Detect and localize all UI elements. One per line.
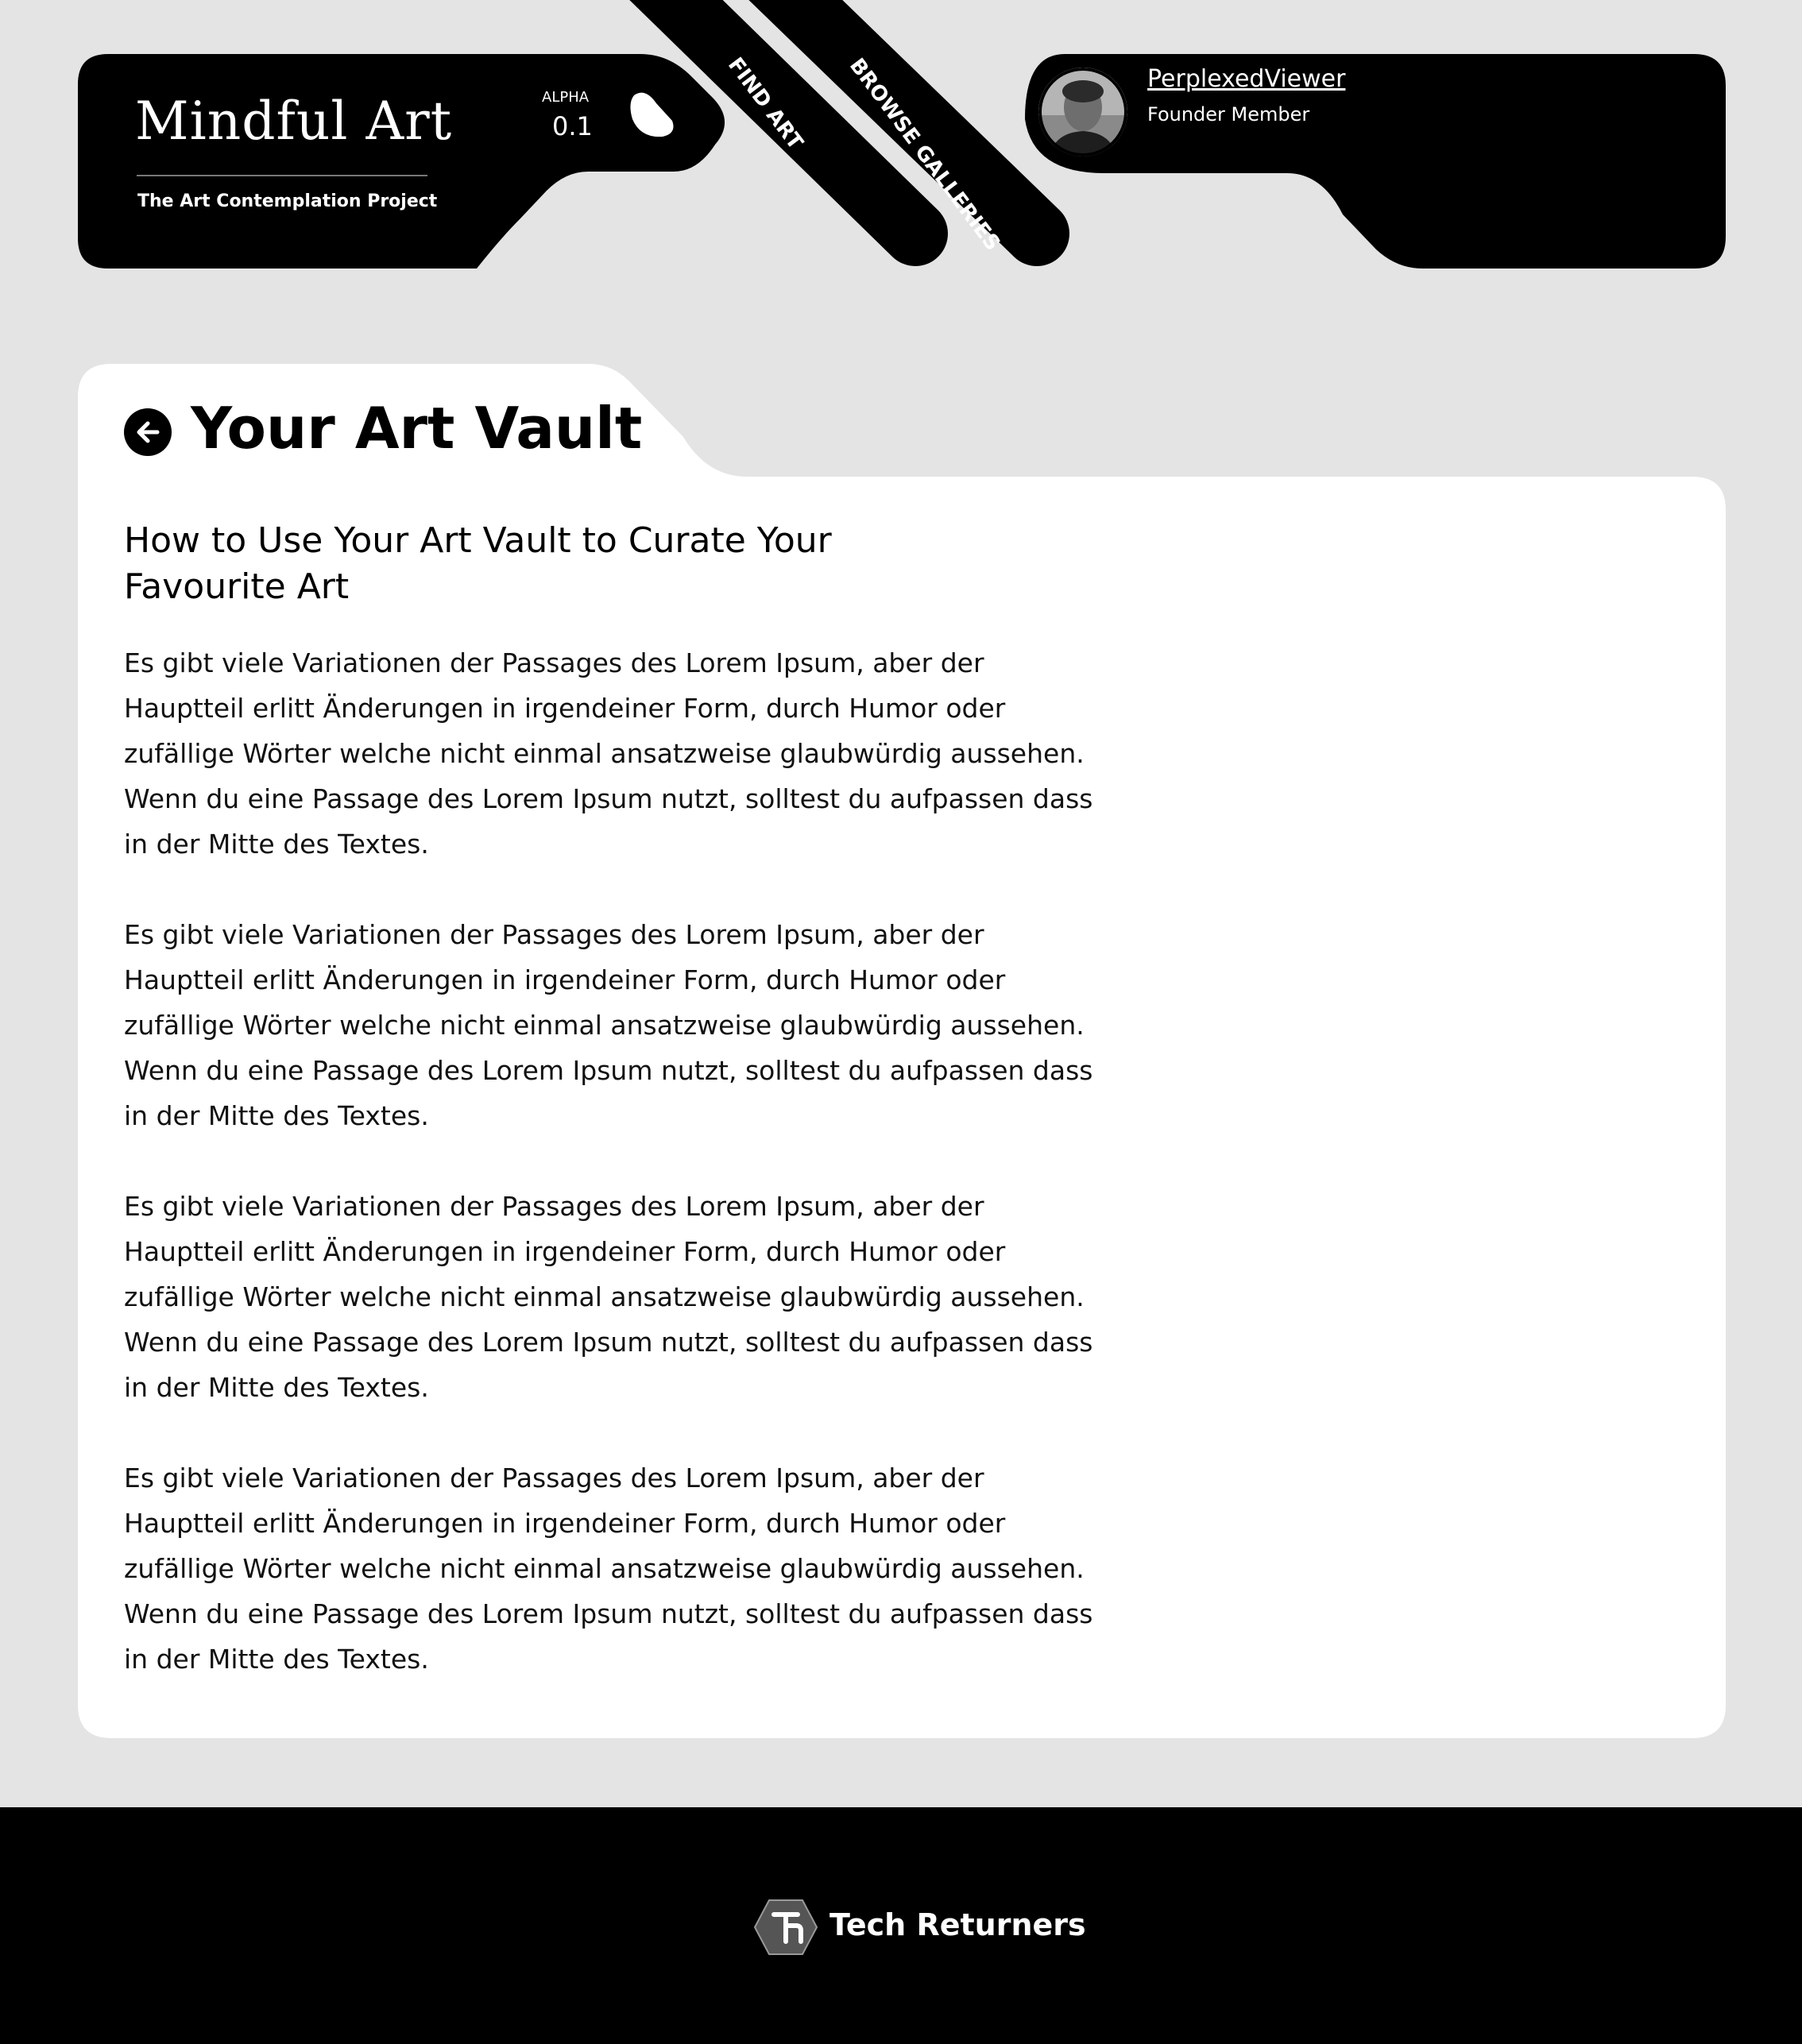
article-paragraph: Es gibt viele Variationen der Passages d…	[124, 1462, 1093, 1675]
footer-logo[interactable]	[753, 1899, 818, 1956]
article-paragraph: Es gibt viele Variationen der Passages d…	[124, 919, 1093, 1131]
arrow-left-circle-icon	[124, 408, 172, 456]
footer-brand: Tech Returners	[829, 1907, 1086, 1942]
article-paragraph: Es gibt viele Variationen der Passages d…	[124, 647, 1093, 860]
article-paragraph: Es gibt viele Variationen der Passages d…	[124, 1191, 1093, 1403]
article-heading: How to Use Your Art Vault to Curate Your…	[124, 520, 832, 607]
back-button[interactable]	[124, 408, 172, 456]
article: How to Use Your Art Vault to Curate Your…	[124, 518, 1109, 1727]
hexagon-tr-icon	[753, 1899, 818, 1955]
page-title: Your Art Vault	[191, 395, 643, 462]
